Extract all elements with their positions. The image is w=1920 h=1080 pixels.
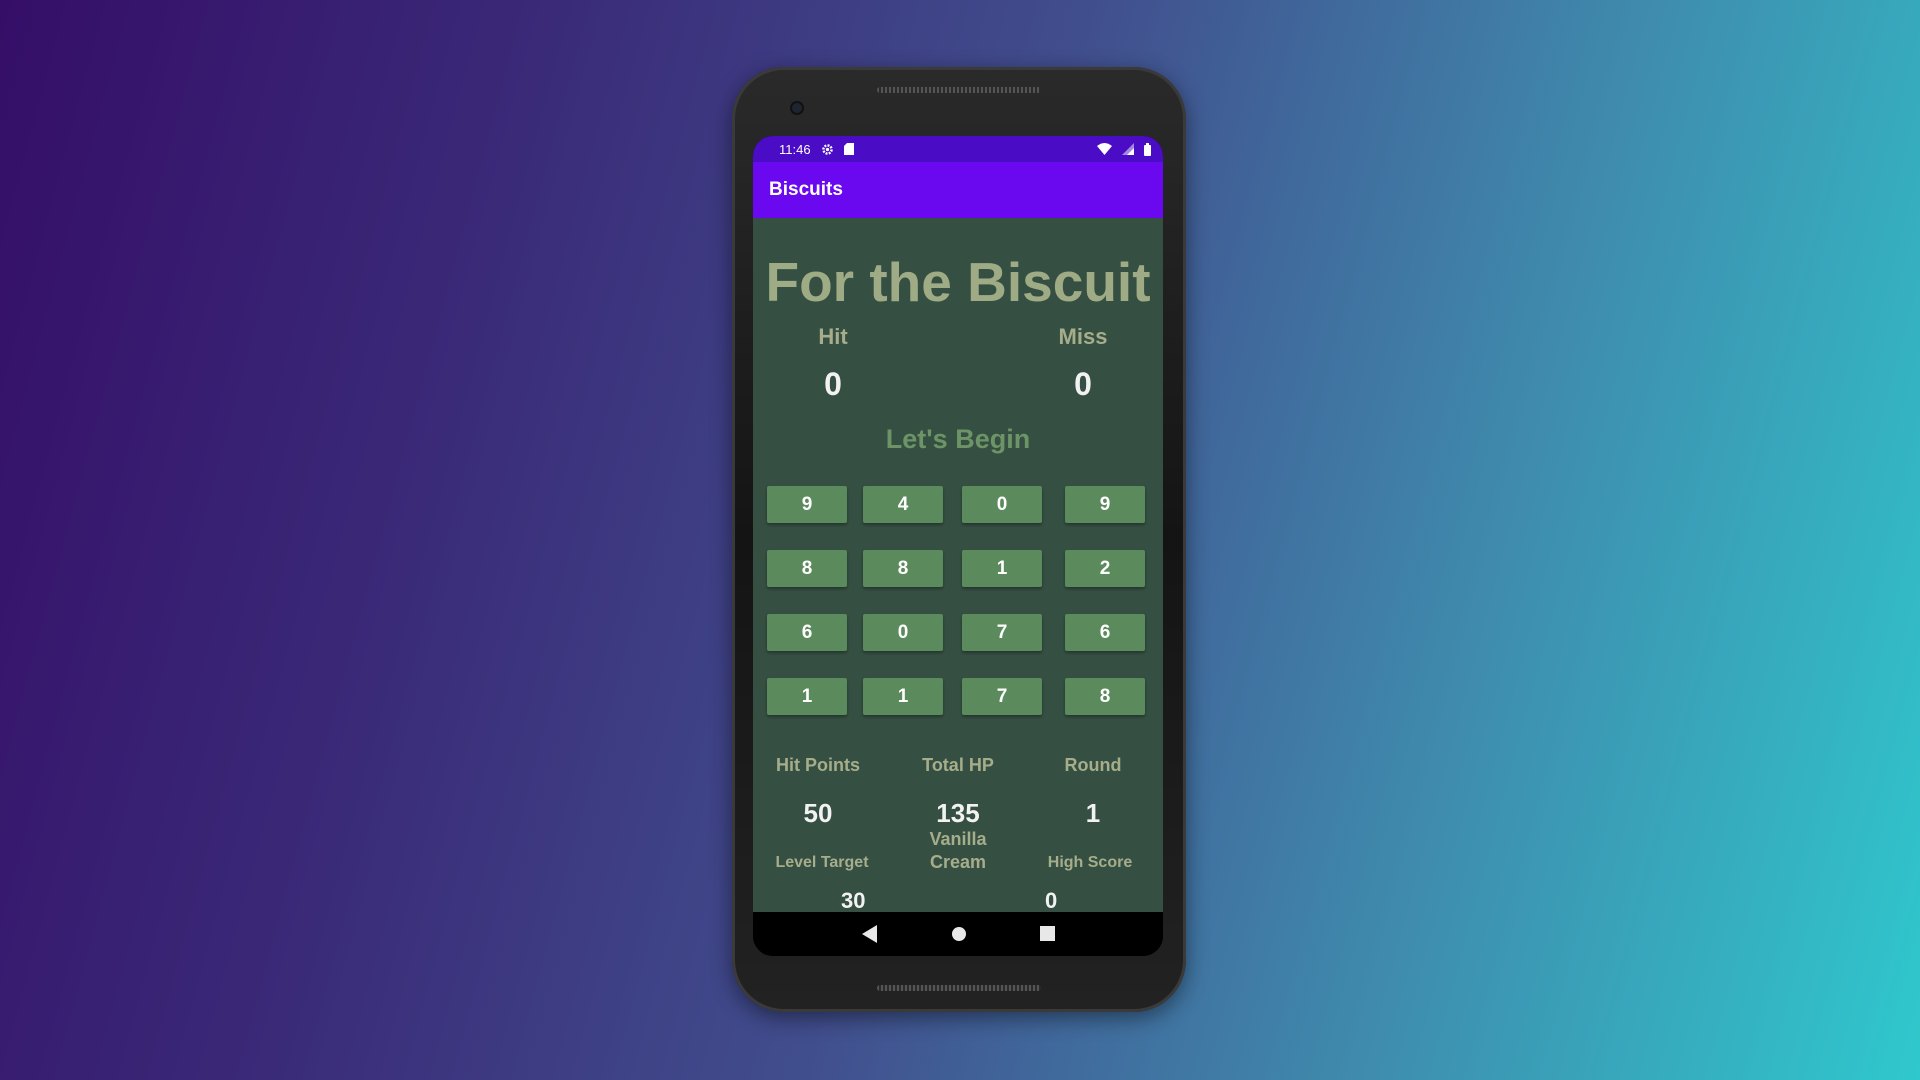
recents-icon[interactable] bbox=[1039, 926, 1055, 946]
wifi-icon bbox=[1097, 143, 1112, 155]
grid-button-r1c4[interactable]: 9 bbox=[1065, 486, 1145, 523]
navigation-bar bbox=[753, 912, 1163, 956]
grid-button-r2c1[interactable]: 8 bbox=[767, 550, 847, 587]
grid-button-r1c3[interactable]: 0 bbox=[962, 486, 1042, 523]
high-score-label: High Score bbox=[1047, 854, 1133, 871]
grid-button-r2c2[interactable]: 8 bbox=[863, 550, 943, 587]
gear-icon bbox=[821, 143, 834, 156]
grid-button-r2c4[interactable]: 2 bbox=[1065, 550, 1145, 587]
biscuit-flavor-label: Vanilla Cream bbox=[929, 829, 987, 872]
app-bar: Biscuits bbox=[753, 162, 1163, 218]
hit-label: Hit bbox=[818, 324, 848, 349]
battery-icon bbox=[1144, 142, 1151, 156]
hit-points-label: Hit Points bbox=[776, 755, 860, 775]
grid-button-r4c1[interactable]: 1 bbox=[767, 678, 847, 715]
front-camera bbox=[792, 103, 802, 113]
level-target-label: Level Target bbox=[775, 854, 869, 871]
phone-screen: 11:46 Biscuits For the Biscuit Hit Miss … bbox=[753, 136, 1163, 956]
hit-value: 0 bbox=[824, 366, 842, 402]
grid-button-r3c2[interactable]: 0 bbox=[863, 614, 943, 651]
back-icon[interactable] bbox=[861, 924, 878, 948]
total-hp-label: Total HP bbox=[922, 755, 994, 775]
signal-icon bbox=[1122, 143, 1134, 155]
grid-button-r4c4[interactable]: 8 bbox=[1065, 678, 1145, 715]
round-label: Round bbox=[1064, 755, 1122, 775]
status-message: Let's Begin bbox=[885, 424, 1031, 454]
home-icon[interactable] bbox=[951, 926, 967, 947]
grid-button-r1c2[interactable]: 4 bbox=[863, 486, 943, 523]
game-title: For the Biscuit bbox=[765, 251, 1151, 313]
grid-button-r3c4[interactable]: 6 bbox=[1065, 614, 1145, 651]
miss-value: 0 bbox=[1074, 366, 1092, 402]
status-bar: 11:46 bbox=[753, 136, 1163, 162]
grid-button-r4c2[interactable]: 1 bbox=[863, 678, 943, 715]
grid-button-r1c1[interactable]: 9 bbox=[767, 486, 847, 523]
grid-button-r3c3[interactable]: 7 bbox=[962, 614, 1042, 651]
level-target-value: 30 bbox=[841, 888, 866, 912]
round-value: 1 bbox=[1085, 798, 1101, 828]
total-hp-value: 135 bbox=[936, 798, 980, 828]
miss-label: Miss bbox=[1058, 324, 1108, 349]
hit-points-value: 50 bbox=[803, 798, 833, 828]
app-title: Biscuits bbox=[769, 179, 843, 200]
status-time: 11:46 bbox=[779, 141, 811, 157]
sd-card-icon bbox=[843, 143, 854, 155]
grid-button-r4c3[interactable]: 7 bbox=[962, 678, 1042, 715]
bottom-speaker bbox=[877, 985, 1041, 991]
grid-button-r2c3[interactable]: 1 bbox=[962, 550, 1042, 587]
earpiece-speaker bbox=[877, 87, 1041, 93]
phone-frame: 11:46 Biscuits For the Biscuit Hit Miss … bbox=[732, 67, 1186, 1012]
high-score-value: 0 bbox=[1045, 888, 1058, 912]
grid-button-r3c1[interactable]: 6 bbox=[767, 614, 847, 651]
game-content: For the Biscuit Hit Miss 0 0 Let's Begin… bbox=[753, 218, 1163, 912]
